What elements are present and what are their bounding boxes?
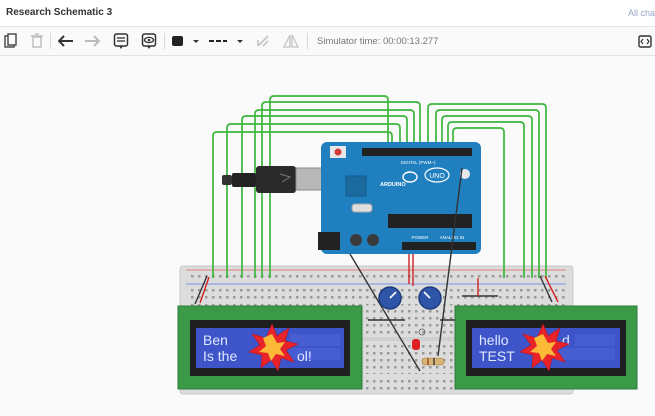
- power-label: POWER: [411, 235, 429, 240]
- potentiometer-right[interactable]: [418, 286, 442, 310]
- lcd-left-line2: Is the: [203, 348, 237, 364]
- arduino-model: UNO: [429, 173, 445, 180]
- redo-icon[interactable]: [82, 31, 102, 51]
- lcd-left[interactable]: Ben Is the ol!: [177, 305, 363, 390]
- toolbar: Simulator time: 00:00:13.277: [0, 27, 655, 56]
- lcd-left-line2-tail: ol!: [297, 348, 312, 364]
- save-status: All cha: [627, 8, 655, 18]
- lcd-right-line2: TEST: [479, 348, 515, 364]
- potentiometer-left[interactable]: [378, 286, 402, 310]
- analog-label: ANALOG IN: [440, 235, 465, 240]
- notes-icon[interactable]: [111, 31, 131, 51]
- title-bar: Research Schematic 3 All cha: [0, 0, 655, 27]
- circuit-canvas[interactable]: DIGITAL (PWM~) ARDUINO UNO POWER ANALOG …: [0, 56, 655, 411]
- simulator-time: Simulator time: 00:00:13.277: [317, 36, 439, 47]
- arduino-uno[interactable]: DIGITAL (PWM~) ARDUINO UNO POWER ANALOG …: [318, 142, 481, 254]
- project-title[interactable]: Research Schematic 3: [6, 7, 112, 18]
- delete-icon[interactable]: [28, 31, 46, 51]
- lcd-left-line1: Ben: [203, 332, 228, 348]
- line-style-picker[interactable]: [206, 31, 246, 51]
- resistor[interactable]: [421, 357, 445, 366]
- toolbar-divider: [164, 33, 165, 49]
- toolbar-divider: [307, 33, 308, 49]
- view-icon[interactable]: [139, 31, 159, 51]
- paste-icon[interactable]: [2, 31, 20, 51]
- color-picker[interactable]: [170, 31, 204, 51]
- arduino-brand: ARDUINO: [380, 182, 406, 188]
- rotate-icon[interactable]: [253, 31, 273, 51]
- flip-icon[interactable]: [280, 31, 302, 51]
- undo-icon[interactable]: [56, 31, 76, 51]
- code-icon[interactable]: [636, 31, 654, 51]
- digital-label: DIGITAL (PWM~): [401, 160, 436, 165]
- lcd-right[interactable]: hello d TEST: [454, 305, 638, 390]
- toolbar-divider: [50, 33, 51, 49]
- lcd-right-line1: hello: [479, 332, 509, 348]
